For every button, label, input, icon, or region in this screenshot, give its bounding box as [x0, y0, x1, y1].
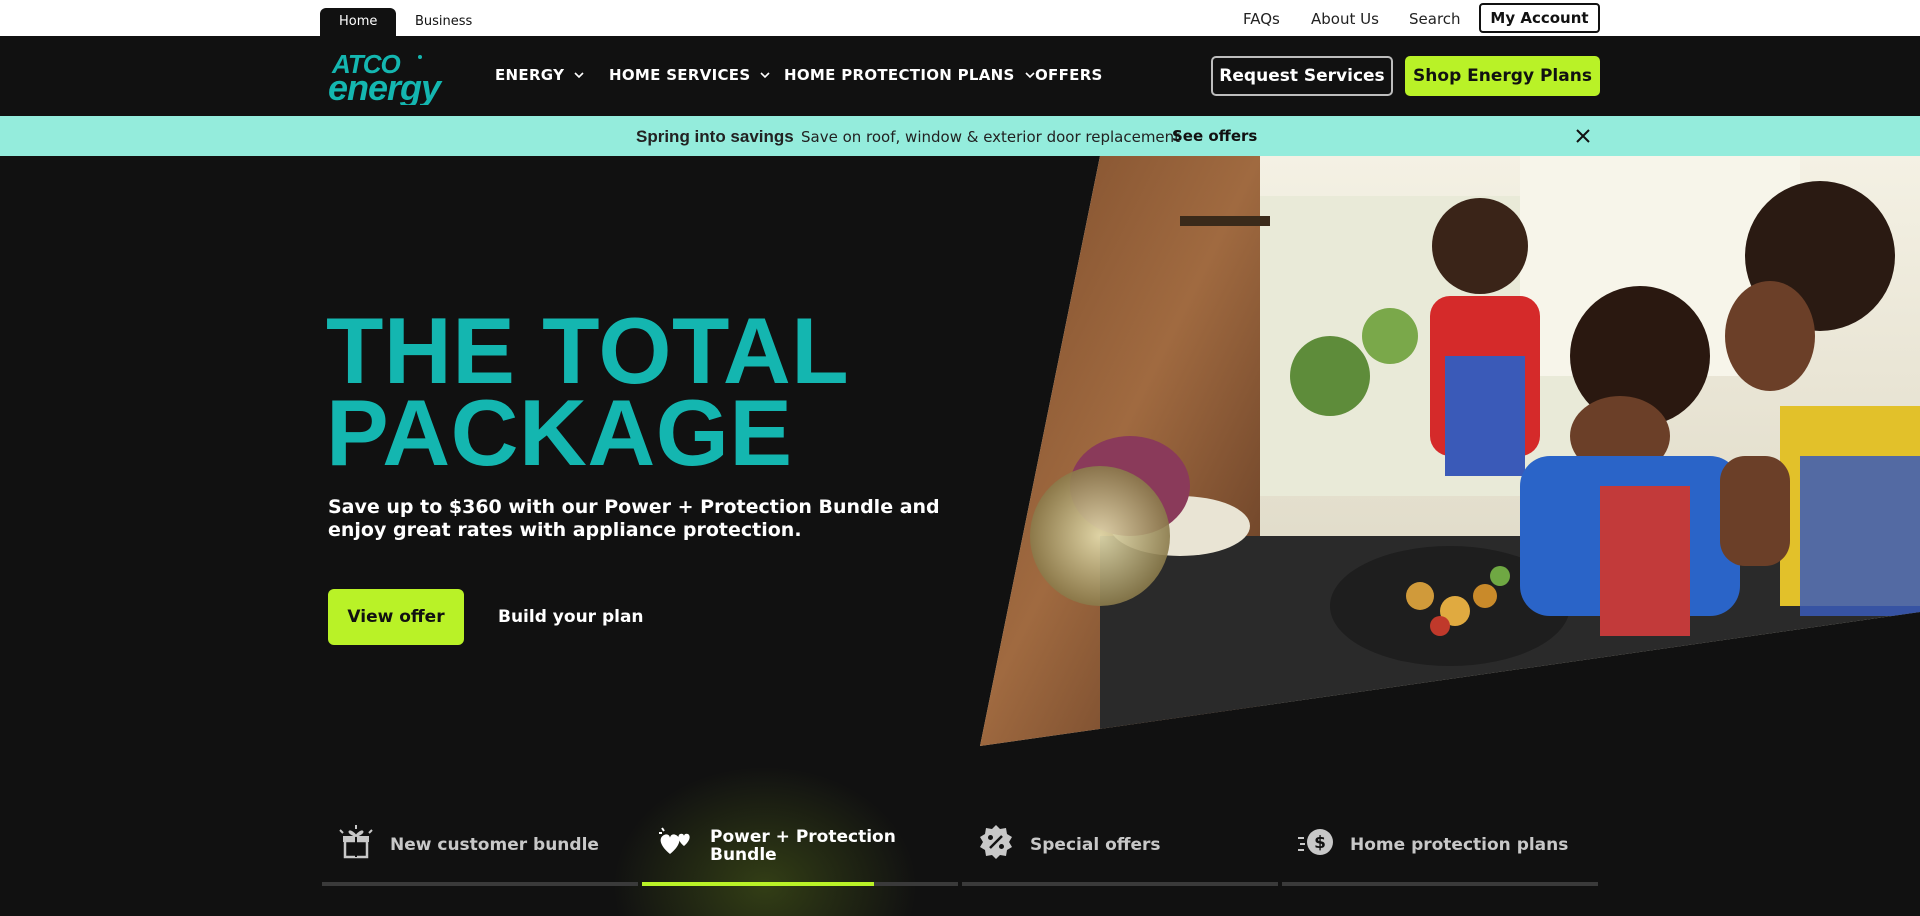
nav-home-protection-plans[interactable]: HOME PROTECTION PLANS	[784, 66, 1035, 84]
chevron-down-icon	[1025, 72, 1035, 79]
tab-business[interactable]: Business	[396, 8, 491, 36]
tab-power-protection-label-line1: Power + Protection	[710, 827, 896, 847]
tab-special-offers-label: Special offers	[1030, 835, 1161, 855]
close-icon[interactable]	[1575, 128, 1591, 144]
main-nav: ATCO energy ENERGY HOME SERVICES HOME PR…	[0, 36, 1920, 116]
chevron-down-icon	[574, 72, 584, 79]
hero-image-family-cooking	[980, 156, 1920, 746]
tab-power-protection-bundle[interactable]: Power + Protection Bundle	[642, 806, 958, 886]
nav-home-services-label: HOME SERVICES	[609, 66, 751, 84]
hearts-icon	[659, 827, 690, 854]
tab-new-customer-bundle[interactable]: New customer bundle	[322, 806, 638, 886]
tab-home-protection-plans-label: Home protection plans	[1350, 835, 1569, 855]
tab-home-protection-plans[interactable]: $ Home protection plans	[1282, 806, 1598, 886]
view-offer-button[interactable]: View offer	[328, 589, 464, 645]
hero: THE TOTAL PACKAGE Save up to $360 with o…	[0, 156, 1920, 916]
tab-power-protection-label-line2: Bundle	[710, 845, 777, 865]
tab-new-customer-bundle-label: New customer bundle	[390, 835, 599, 855]
nav-energy[interactable]: ENERGY	[495, 66, 584, 84]
utility-bar: Home Business FAQs About Us Search My Ac…	[0, 0, 1920, 36]
tab-home[interactable]: Home	[320, 8, 397, 36]
hero-headline: THE TOTAL PACKAGE	[326, 304, 1026, 485]
promo-text: Save on roof, window & exterior door rep…	[801, 128, 1181, 146]
request-services-button[interactable]: Request Services	[1211, 56, 1393, 96]
see-offers-link[interactable]: See offers	[1172, 127, 1257, 145]
search-link[interactable]: Search	[1409, 9, 1461, 29]
tab-progress-fill	[642, 882, 874, 886]
hero-subcopy: Save up to $360 with our Power + Protect…	[328, 496, 940, 541]
chevron-down-icon	[760, 72, 771, 79]
tab-special-offers[interactable]: Special offers	[962, 806, 1278, 886]
about-us-link[interactable]: About Us	[1311, 9, 1379, 29]
dollar-coin-icon: $	[1298, 829, 1333, 855]
svg-text:$: $	[1314, 833, 1326, 853]
build-your-plan-link[interactable]: Build your plan	[498, 607, 644, 627]
percent-badge-icon	[980, 825, 1012, 859]
nav-home-services[interactable]: HOME SERVICES	[609, 66, 771, 84]
tab-progress-track-3	[962, 882, 1278, 886]
promo-banner: Spring into savings Save on roof, window…	[0, 116, 1920, 156]
nav-energy-label: ENERGY	[495, 66, 565, 84]
atco-energy-logo[interactable]: ATCO energy	[328, 49, 452, 105]
gift-icon	[339, 825, 373, 859]
hero-headline-line2: PACKAGE	[326, 380, 793, 485]
nav-offers[interactable]: OFFERS	[1035, 66, 1103, 84]
logo-line2: energy	[328, 67, 443, 105]
my-account-button[interactable]: My Account	[1479, 3, 1600, 33]
tab-progress-track-1	[322, 882, 638, 886]
tab-power-protection-bundle-label: Power + Protection Bundle	[710, 828, 896, 864]
nav-offers-label: OFFERS	[1035, 66, 1103, 84]
tab-progress-track-4	[1282, 882, 1598, 886]
nav-home-protection-plans-label: HOME PROTECTION PLANS	[784, 66, 1015, 84]
shop-energy-plans-button[interactable]: Shop Energy Plans	[1405, 56, 1600, 96]
promo-title: Spring into savings	[636, 127, 794, 146]
faqs-link[interactable]: FAQs	[1243, 9, 1280, 29]
